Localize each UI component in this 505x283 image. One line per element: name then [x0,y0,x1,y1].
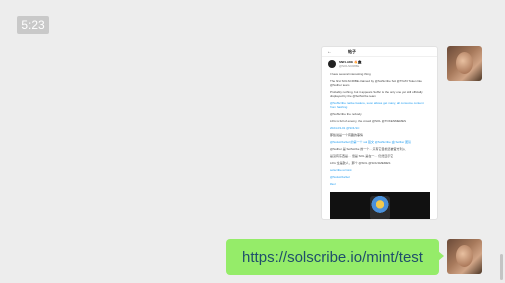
text-message-bubble[interactable]: https://solscribe.io/mint/test [226,239,444,275]
post-paragraph: @SolScribe native feature, soon allows g… [330,101,424,109]
user-avatar[interactable] [447,239,482,274]
post-paragraph: solscribe.io/mint [330,168,352,172]
scrollbar[interactable] [500,254,503,280]
post-paragraph: @SolscribeSol 的第一个 sol 铭文 @SolScribe 由 S… [330,140,412,144]
post-paragraph: 2024-03-01 @SOLSC [330,126,360,130]
pixel-art-figure [370,196,390,219]
image-message[interactable]: ← 帖子 SNFLAKE 🔥🏛 @SOLSCRIBE I have severa… [321,46,438,220]
card-header: ← 帖子 [322,47,437,57]
post-author: SNFLAKE 🔥🏛 @SOLSCRIBE [322,57,437,71]
post-paragraph: LFG 全是敌人，那个 @SOL @SOLSMEMES [330,161,391,165]
post-paragraph: I have several interesting thing [330,72,371,76]
back-arrow-icon: ← [327,48,332,55]
user-avatar[interactable] [447,46,482,81]
message-link[interactable]: https://solscribe.io/mint/test [242,249,423,266]
post-paragraph: @SolscribeSol [330,175,350,179]
post-body: I have several interesting thing The fir… [322,71,437,190]
post-paragraph: The first SOLSCRIBE claimed by @SolScrib… [330,79,422,87]
post-paragraph: 那些说是一个有趣的事情 [330,133,364,137]
post-paragraph: LFG is full of enemy, the crowd @SOL @TO… [330,119,407,123]
post-image [330,192,430,219]
message-timestamp: 5:23 [17,16,49,34]
post-paragraph: Probably nothing, but it appears SolSc i… [330,90,423,98]
author-avatar [328,60,336,68]
post-paragraph: @SolFer 是 SolScribe 的一个... 只有它目前还被官方列入 [330,147,406,151]
post-paragraph: @SolScribe the nobody [330,112,362,116]
post-paragraph: #sol [330,182,336,186]
author-handle: @SOLSCRIBE [339,64,360,68]
post-paragraph: 是没有东西是… 但是 SOL 是在一… 仍然显示它 [330,154,394,158]
card-title: 帖子 [348,48,356,54]
